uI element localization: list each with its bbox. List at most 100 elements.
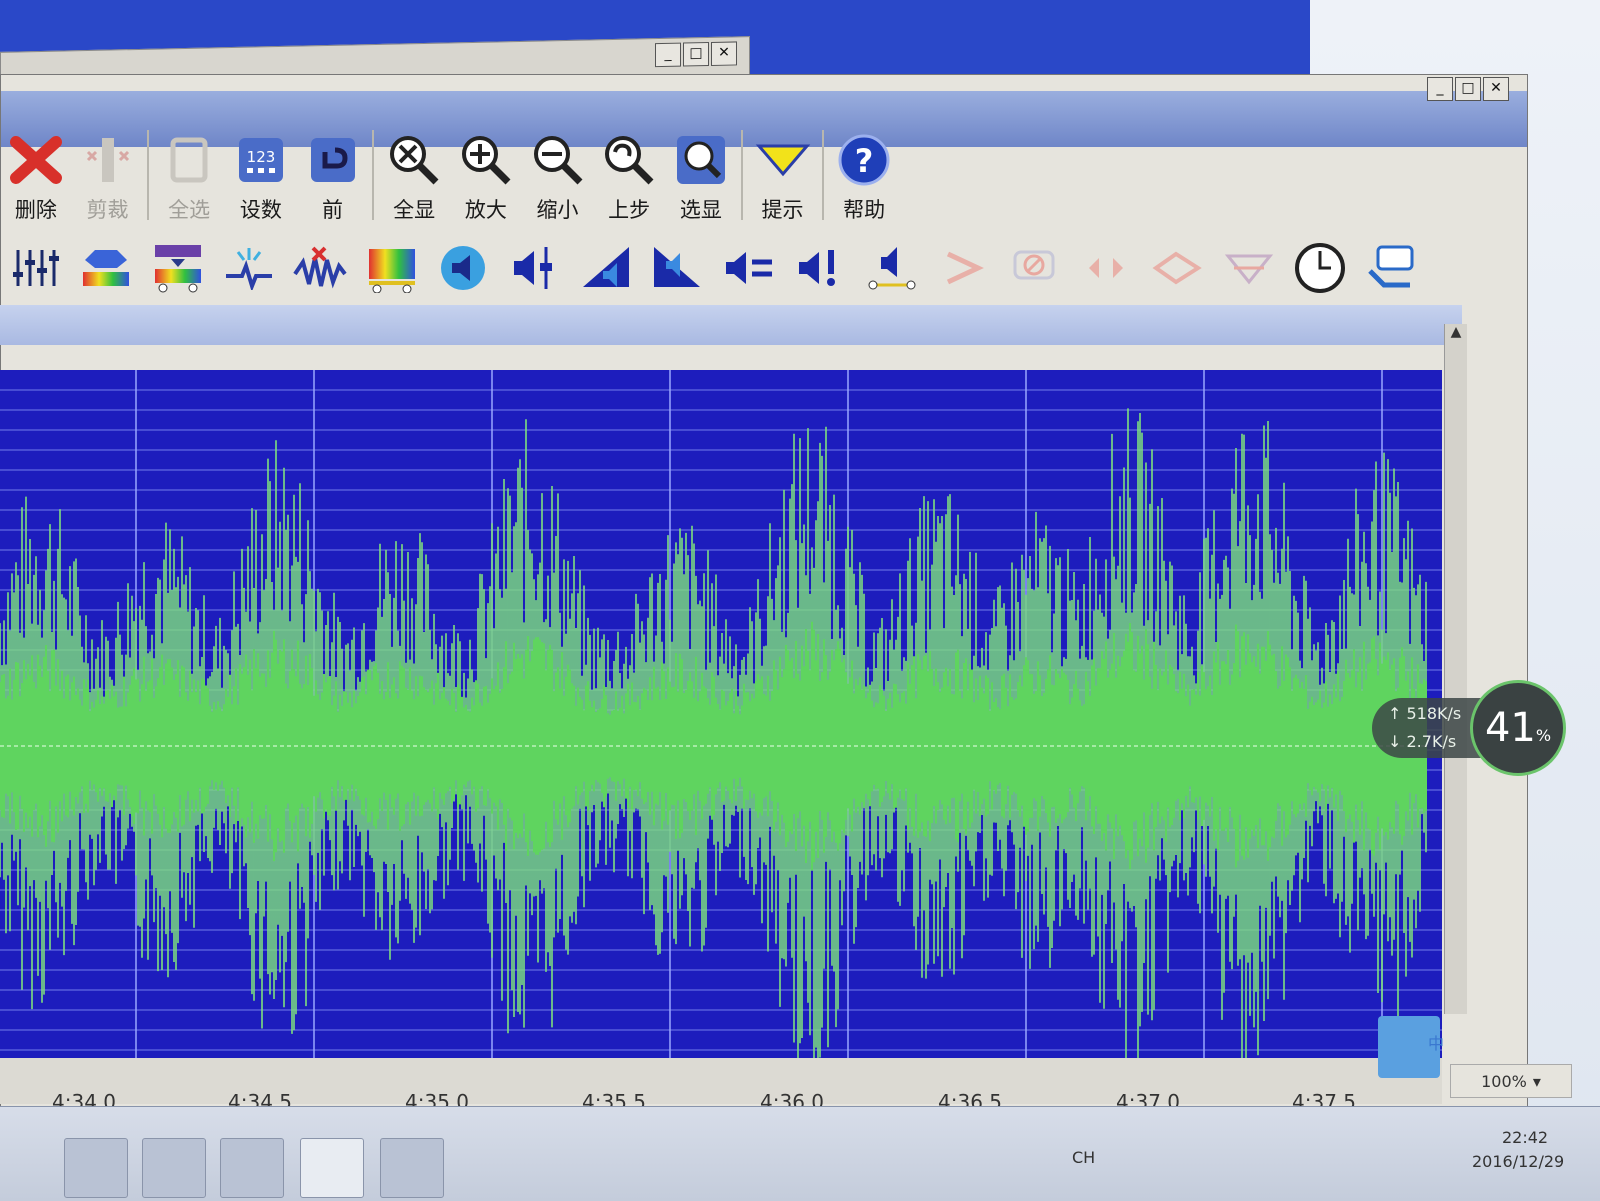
- percent-sign: %: [1535, 725, 1552, 745]
- undo-step-button[interactable]: 上步: [593, 122, 665, 228]
- help-label: 帮助: [843, 198, 886, 222]
- fade-in-button[interactable]: [577, 240, 634, 296]
- chevron-down-icon: ▾: [1532, 1071, 1541, 1091]
- speaker-button[interactable]: [434, 240, 491, 296]
- maximize-button[interactable]: □: [683, 42, 709, 67]
- effect-disabled-3-icon: [1088, 258, 1123, 278]
- minimize-button[interactable]: _: [655, 42, 681, 68]
- effect-disabled-1-button[interactable]: [934, 240, 991, 296]
- taskbar-app[interactable]: [142, 1138, 206, 1198]
- select-all-button[interactable]: 全选: [153, 122, 225, 228]
- scroll-up-arrow-icon[interactable]: ▲: [1445, 324, 1467, 340]
- input-method-indicator[interactable]: CH: [1072, 1148, 1095, 1167]
- trim-button[interactable]: 剪裁: [72, 122, 144, 228]
- volume-equal-button[interactable]: [720, 240, 777, 296]
- previous-label: 前: [322, 198, 343, 222]
- fade-out-button[interactable]: [649, 240, 706, 296]
- volume-alert-icon: [799, 250, 836, 286]
- noise-remove-icon: [293, 246, 347, 289]
- effect-disabled-3-button[interactable]: [1077, 240, 1134, 296]
- delete-button[interactable]: 删除: [0, 122, 72, 228]
- equalizer-button[interactable]: [6, 240, 63, 296]
- taskbar-app[interactable]: [64, 1138, 128, 1198]
- spark-button[interactable]: [220, 240, 277, 296]
- previous-button[interactable]: 前: [297, 122, 369, 228]
- toolbar-separator: [147, 130, 150, 220]
- previous-icon: [310, 138, 355, 182]
- hint-label: 提示: [761, 198, 804, 222]
- ruler-strip: [0, 305, 1462, 345]
- clock-date[interactable]: 2016/12/29: [1472, 1152, 1564, 1171]
- main-toolbar: 删除 剪裁 全选 123 设数 前 全显 放大 缩小 上步 选显 提示 ? 帮助: [0, 118, 900, 228]
- taskbar-app[interactable]: [380, 1138, 444, 1198]
- memory-usage-circle: 41 %: [1470, 680, 1566, 776]
- spectrum-filter-icon: [154, 245, 201, 293]
- zoom-out-icon: [533, 136, 582, 185]
- zoom-value: 100%: [1481, 1071, 1527, 1091]
- waveform-display[interactable]: [0, 370, 1442, 1058]
- hint-button[interactable]: 提示: [747, 122, 819, 228]
- zoom-selection-icon: [676, 136, 725, 184]
- download-speed: ↓ 2.7K/s: [1388, 732, 1457, 751]
- window-controls: _ □ ✕: [1427, 77, 1509, 101]
- background-window-controls: _ □ ✕: [655, 41, 737, 68]
- effect-disabled-4-button[interactable]: [1149, 240, 1206, 296]
- network-monitor-widget[interactable]: ↑ 518K/s ↓ 2.7K/s 41 %: [1372, 680, 1566, 776]
- volume-line-button[interactable]: [863, 240, 920, 296]
- zoom-out-button[interactable]: 缩小: [522, 122, 594, 228]
- volume-equal-icon: [725, 252, 772, 284]
- help-button[interactable]: ? 帮助: [828, 122, 900, 228]
- volume-alert-button[interactable]: [791, 240, 848, 296]
- zoom-level-selector[interactable]: 100% ▾: [1450, 1064, 1572, 1098]
- effect-disabled-5-button[interactable]: [1220, 240, 1277, 296]
- clock-time[interactable]: 22:42: [1502, 1128, 1548, 1147]
- minimize-button[interactable]: _: [1427, 77, 1453, 101]
- close-button[interactable]: ✕: [711, 41, 737, 66]
- effect-disabled-5-icon: [1224, 254, 1273, 285]
- color-spectrum-button[interactable]: [363, 240, 420, 296]
- taskbar-app-active[interactable]: [300, 1138, 364, 1198]
- spectrum-filter-button[interactable]: [149, 240, 206, 296]
- volume-slider-icon: [513, 247, 552, 289]
- undo-step-label: 上步: [608, 198, 651, 222]
- spectrum-icon: [83, 250, 130, 286]
- close-button[interactable]: ✕: [1483, 77, 1509, 101]
- select-all-icon: [170, 137, 208, 183]
- zoom-in-button[interactable]: 放大: [450, 122, 522, 228]
- memory-usage-percent: 41: [1484, 705, 1536, 751]
- vertical-scrollbar[interactable]: ▲: [1444, 324, 1467, 1014]
- set-number-button[interactable]: 123 设数: [225, 122, 297, 228]
- maximize-button[interactable]: □: [1455, 77, 1481, 101]
- clock-button[interactable]: [1291, 240, 1348, 296]
- comment-button[interactable]: [1363, 240, 1420, 296]
- show-all-label: 全显: [393, 198, 436, 222]
- show-selection-button[interactable]: 选显: [665, 122, 737, 228]
- toolbar-separator: [372, 130, 375, 220]
- upload-speed: ↑ 518K/s: [1388, 704, 1462, 723]
- spectrum-button[interactable]: [77, 240, 134, 296]
- zoom-in-icon: [461, 136, 511, 185]
- time-axis: [0, 1058, 1442, 1104]
- taskbar-app[interactable]: [220, 1138, 284, 1198]
- select-all-label: 全选: [168, 198, 211, 222]
- zoom-back-icon: [605, 136, 654, 185]
- volume-slider-button[interactable]: [506, 240, 563, 296]
- effect-disabled-2-icon: [1013, 250, 1055, 280]
- fade-out-icon: [654, 247, 701, 287]
- equalizer-sliders-icon: [12, 250, 59, 286]
- clock-icon: [1295, 243, 1346, 293]
- download-speed-value: 2.7K/s: [1406, 732, 1457, 751]
- set-number-label: 设数: [239, 198, 282, 222]
- show-selection-label: 选显: [679, 198, 722, 222]
- number-123-icon: 123: [238, 138, 283, 182]
- zoom-all-icon: [390, 136, 439, 185]
- svg-text:?: ?: [855, 142, 874, 180]
- comment-icon: [1368, 245, 1414, 288]
- qq-panel-label[interactable]: 中: [1428, 1030, 1444, 1054]
- effect-disabled-2-button[interactable]: [1006, 240, 1063, 296]
- zoom-in-label: 放大: [464, 198, 507, 222]
- noise-remove-button[interactable]: [292, 240, 349, 296]
- show-all-button[interactable]: 全显: [378, 122, 450, 228]
- fade-in-icon: [582, 247, 629, 287]
- toolbar-separator: [740, 130, 743, 220]
